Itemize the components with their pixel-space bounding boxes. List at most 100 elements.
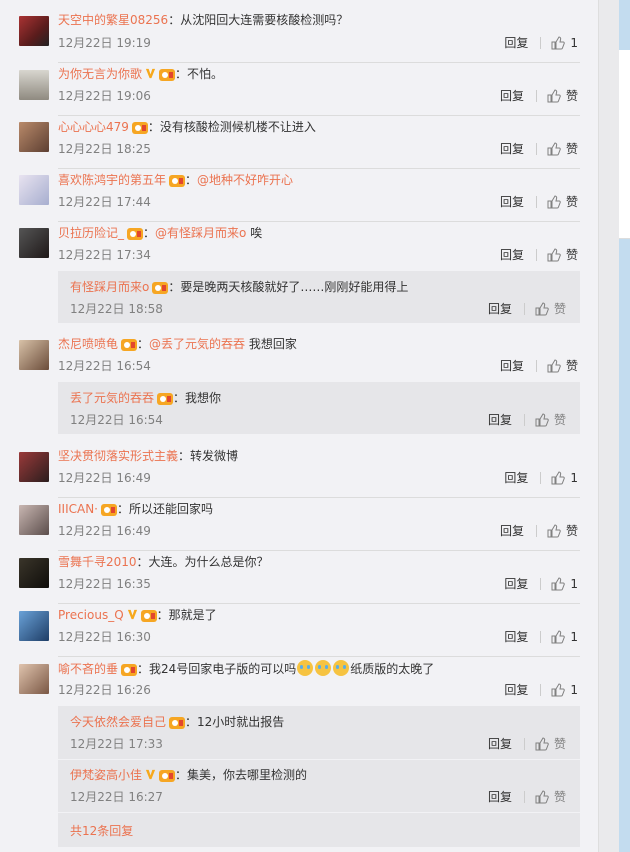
divider xyxy=(58,812,580,813)
comment-item: 坚决贯彻落实形式主義：转发微博 12月22日 16:49 回复 1 xyxy=(0,444,598,498)
like-button[interactable]: 赞 xyxy=(547,88,578,104)
avatar[interactable] xyxy=(19,611,49,641)
sub-reply-time: 12月22日 17:33 xyxy=(70,737,163,751)
comment-item: 杰尼喷喷龟 ：@丢了元気的吞吞 我想回家 12月22日 16:54 回复 赞 丢了… xyxy=(0,333,598,443)
like-button[interactable]: 1 xyxy=(551,576,578,592)
comment-text: ：转发微博 xyxy=(178,449,239,463)
avatar[interactable] xyxy=(19,340,49,370)
comment-item: IIICAN· ：所以还能回家吗 12月22日 16:49 回复 赞 xyxy=(0,498,598,551)
sub-reply-username[interactable]: 有怪踩月而来o xyxy=(70,280,149,294)
comment-username[interactable]: Precious_Q xyxy=(58,608,124,622)
reply-button[interactable]: 回复 xyxy=(500,194,524,210)
sub-reply-text: ：12小时就出报告 xyxy=(185,715,285,729)
fan-medal-icon xyxy=(131,122,148,134)
comment-username[interactable]: 贝拉历险记_ xyxy=(58,226,124,240)
comment-username[interactable]: IIICAN· xyxy=(58,502,98,516)
reply-button[interactable]: 回复 xyxy=(500,88,524,104)
fan-medal-icon xyxy=(121,664,138,676)
thumbs-up-icon xyxy=(547,359,561,373)
sub-reply-username[interactable]: 丢了元気的吞吞 xyxy=(70,391,154,405)
like-count: 赞 xyxy=(553,790,566,804)
reply-button[interactable]: 回复 xyxy=(500,141,524,157)
divider xyxy=(523,791,525,803)
like-button[interactable]: 赞 xyxy=(535,412,566,428)
reply-button[interactable]: 回复 xyxy=(504,576,528,592)
comment-username[interactable]: 雪舞千寻2010 xyxy=(58,555,137,569)
like-button[interactable]: 赞 xyxy=(547,523,578,539)
reply-button[interactable]: 回复 xyxy=(488,412,512,428)
avatar[interactable] xyxy=(19,558,49,588)
divider xyxy=(540,684,542,696)
like-count: 赞 xyxy=(553,302,566,316)
reply-button[interactable]: 回复 xyxy=(488,736,512,752)
comment-username[interactable]: 喻不吝的垂 xyxy=(58,662,118,676)
reply-button[interactable]: 回复 xyxy=(500,523,524,539)
mention-link[interactable]: @丢了元気的吞吞 xyxy=(149,337,245,351)
reply-button[interactable]: 回复 xyxy=(504,35,528,51)
comment-username[interactable]: 为你无言为你歌 xyxy=(58,67,142,81)
mention-link[interactable]: @有怪踩月而来o xyxy=(155,226,246,240)
comment-item: 贝拉历险记_ ：@有怪踩月而来o 唉 12月22日 17:34 回复 赞 有怪踩月… xyxy=(0,222,598,332)
thumbs-up-icon xyxy=(547,89,561,103)
divider xyxy=(535,196,537,208)
reply-button[interactable]: 回复 xyxy=(504,629,528,645)
divider xyxy=(540,37,542,49)
avatar[interactable] xyxy=(19,452,49,482)
comment-feed: 天空中的繁星08256：从沈阳回大连需要核酸检测吗？ 12月22日 19:19 … xyxy=(0,0,598,852)
vip-badge-icon xyxy=(127,609,137,620)
reply-button[interactable]: 回复 xyxy=(504,470,528,486)
avatar[interactable] xyxy=(19,664,49,694)
avatar[interactable] xyxy=(19,228,49,258)
like-count: 赞 xyxy=(565,248,578,262)
like-button[interactable]: 1 xyxy=(551,629,578,645)
comment-text: ： xyxy=(185,173,198,187)
comment-text: ： xyxy=(137,337,150,351)
like-button[interactable]: 1 xyxy=(551,35,578,51)
like-button[interactable]: 赞 xyxy=(547,247,578,263)
reply-button[interactable]: 回复 xyxy=(500,247,524,263)
avatar[interactable] xyxy=(19,175,49,205)
sub-reply-time: 12月22日 16:27 xyxy=(70,790,163,804)
sub-reply-text: ：集美，你去哪里检测的 xyxy=(175,768,308,782)
reply-button[interactable]: 回复 xyxy=(488,789,512,805)
divider xyxy=(523,414,525,426)
comment-time: 12月22日 16:49 xyxy=(58,524,151,538)
avatar[interactable] xyxy=(19,16,49,46)
like-button[interactable]: 1 xyxy=(551,682,578,698)
comment-username[interactable]: 天空中的繁星08256 xyxy=(58,13,168,27)
like-button[interactable]: 赞 xyxy=(547,141,578,157)
avatar[interactable] xyxy=(19,505,49,535)
comment-time: 12月22日 18:25 xyxy=(58,142,151,156)
avatar[interactable] xyxy=(19,70,49,100)
comment-time: 12月22日 16:54 xyxy=(58,359,151,373)
reply-button[interactable]: 回复 xyxy=(504,682,528,698)
fan-medal-icon xyxy=(159,69,176,81)
crying-emoji-icon xyxy=(333,660,350,676)
like-button[interactable]: 赞 xyxy=(547,194,578,210)
comment-username[interactable]: 坚决贯彻落实形式主義 xyxy=(58,449,178,463)
comment-username[interactable]: 杰尼喷喷龟 xyxy=(58,337,118,351)
divider xyxy=(540,472,542,484)
more-replies-link[interactable]: 共12条回复 xyxy=(70,823,133,839)
comment-text: ：所以还能回家吗 xyxy=(117,502,214,516)
like-button[interactable]: 赞 xyxy=(535,301,566,317)
fan-medal-icon xyxy=(169,717,186,729)
comment-text: 纸质版的太晚了 xyxy=(350,662,435,676)
reply-button[interactable]: 回复 xyxy=(488,301,512,317)
reply-button[interactable]: 回复 xyxy=(500,358,524,374)
like-button[interactable]: 赞 xyxy=(535,789,566,805)
like-count: 赞 xyxy=(565,524,578,538)
like-button[interactable]: 赞 xyxy=(547,358,578,374)
like-count: 赞 xyxy=(565,89,578,103)
comment-time: 12月22日 16:49 xyxy=(58,471,151,485)
thumbs-up-icon xyxy=(551,36,566,50)
mention-link[interactable]: @地种不好咋开心 xyxy=(197,173,293,187)
sub-reply-username[interactable]: 伊梵姿高小佳 xyxy=(70,768,142,782)
like-button[interactable]: 赞 xyxy=(535,736,566,752)
like-button[interactable]: 1 xyxy=(551,470,578,486)
comment-username[interactable]: 心心心心479 xyxy=(58,120,129,134)
sub-reply-username[interactable]: 今天依然会爱自己 xyxy=(70,715,166,729)
avatar[interactable] xyxy=(19,122,49,152)
comment-text: ：没有核酸检测候机楼不让进入 xyxy=(147,120,316,134)
comment-username[interactable]: 喜欢陈鸿宇的第五年 xyxy=(58,173,166,187)
